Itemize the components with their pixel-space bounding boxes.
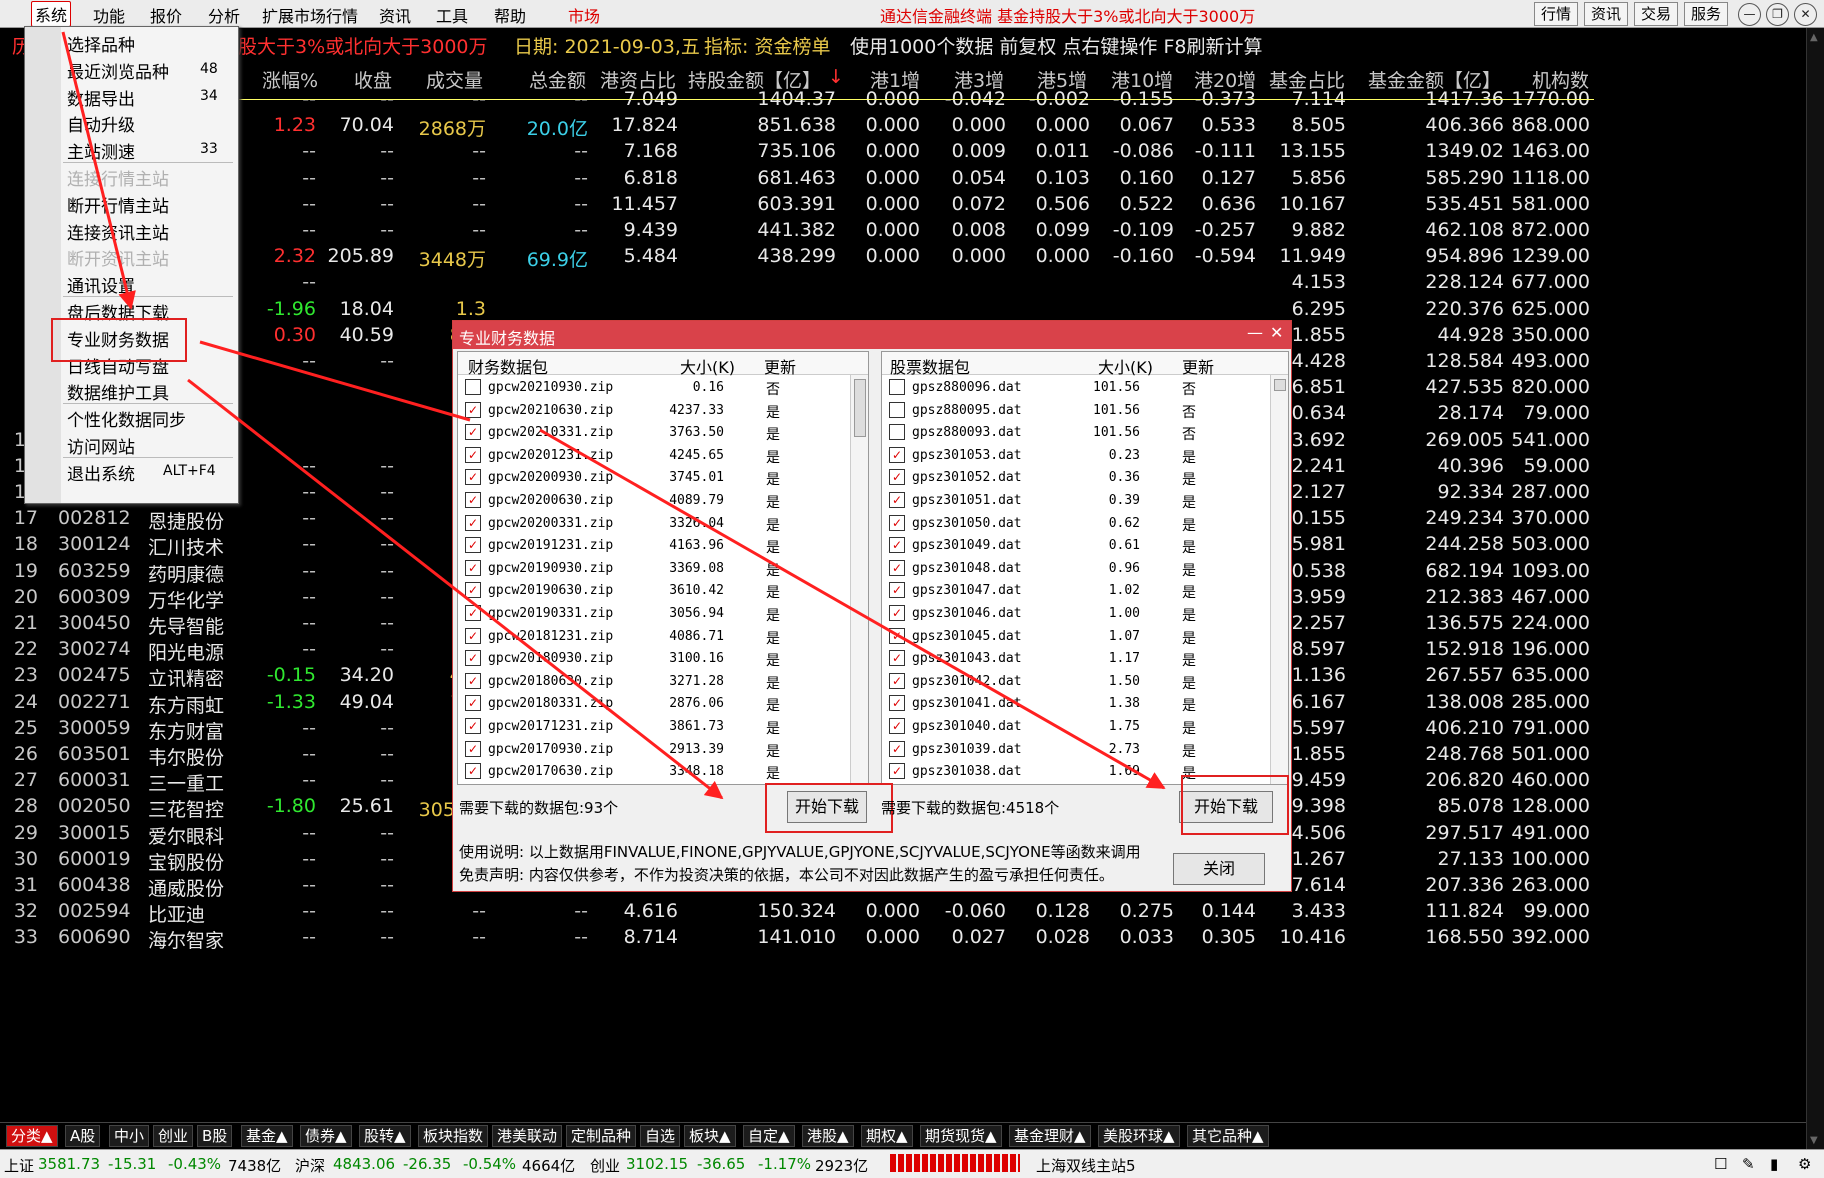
tab-category[interactable]: 其它品种▲	[1187, 1125, 1269, 1147]
settings-icon[interactable]: ⚙	[1798, 1155, 1811, 1173]
sz-index-pct: -0.54%	[463, 1155, 517, 1173]
sz-index-value: 4843.06	[333, 1155, 396, 1173]
tab-category[interactable]: 基金理财▲	[1009, 1125, 1091, 1147]
cy-index-amount: 2923亿	[815, 1157, 869, 1175]
tab-category[interactable]: 板块▲	[684, 1125, 736, 1147]
cy-index-pct: -1.17%	[758, 1155, 812, 1173]
tab-category[interactable]: 港美联动	[492, 1125, 563, 1147]
tab-category[interactable]: 自选	[640, 1125, 681, 1147]
tab-category[interactable]: 基金▲	[241, 1125, 293, 1147]
cy-index-value: 3102.15	[626, 1155, 689, 1173]
tab-category[interactable]: A股	[65, 1125, 101, 1147]
tool-icon[interactable]: ✎	[1742, 1155, 1755, 1173]
tab-category[interactable]: 创业	[153, 1125, 194, 1147]
tab-category[interactable]: 定制品种	[566, 1125, 637, 1147]
arrow-to-stock-download	[539, 428, 1166, 790]
tab-category[interactable]: 债券▲	[300, 1125, 352, 1147]
tab-category[interactable]: 港股▲	[802, 1125, 854, 1147]
arrow-system-to-finance	[61, 31, 136, 310]
tab-category[interactable]: 板块指数	[418, 1125, 489, 1147]
sh-index-value: 3581.73	[38, 1155, 101, 1173]
tab-category[interactable]: B股	[197, 1125, 233, 1147]
category-tabs: 分类▲ A股 中小 创业 B股 基金▲ 债券▲ 股转▲ 板块指数 港美联动 定制品种 自选 板块▲ 自定▲…	[0, 1122, 1806, 1147]
cy-index-label: 创业	[590, 1157, 621, 1175]
tab-category[interactable]: 期货现货▲	[920, 1125, 1002, 1147]
sz-index-amount: 4664亿	[522, 1157, 576, 1175]
tab-category[interactable]: 股转▲	[359, 1125, 411, 1147]
signal-icon[interactable]: ▮	[1770, 1155, 1778, 1173]
sh-index-pct: -0.43%	[168, 1155, 222, 1173]
cy-index-change: -36.65	[697, 1155, 746, 1173]
sh-index-label: 上证	[4, 1157, 35, 1175]
market-breadth-bar	[890, 1154, 1020, 1172]
sh-index-change: -15.31	[108, 1155, 157, 1173]
server-name: 上海双线主站5	[1036, 1157, 1136, 1175]
sh-index-amount: 7438亿	[228, 1157, 282, 1175]
status-bar: 上证 3581.73 -15.31 -0.43% 7438亿 沪深 4843.0…	[0, 1149, 1824, 1178]
arrow-to-dialog	[199, 340, 471, 422]
tab-category[interactable]: 自定▲	[743, 1125, 795, 1147]
tab-category[interactable]: 期权▲	[861, 1125, 913, 1147]
sz-index-label: 沪深	[295, 1157, 326, 1175]
tab-category[interactable]: 中小	[109, 1125, 150, 1147]
annotation-arrows	[61, 31, 1166, 800]
tab-category[interactable]: 美股环球▲	[1098, 1125, 1180, 1147]
sz-index-change: -26.35	[403, 1155, 452, 1173]
window-icon[interactable]: ☐	[1714, 1155, 1727, 1173]
arrow-to-finance-download	[187, 378, 724, 800]
tab-category[interactable]: 分类▲	[6, 1125, 58, 1147]
